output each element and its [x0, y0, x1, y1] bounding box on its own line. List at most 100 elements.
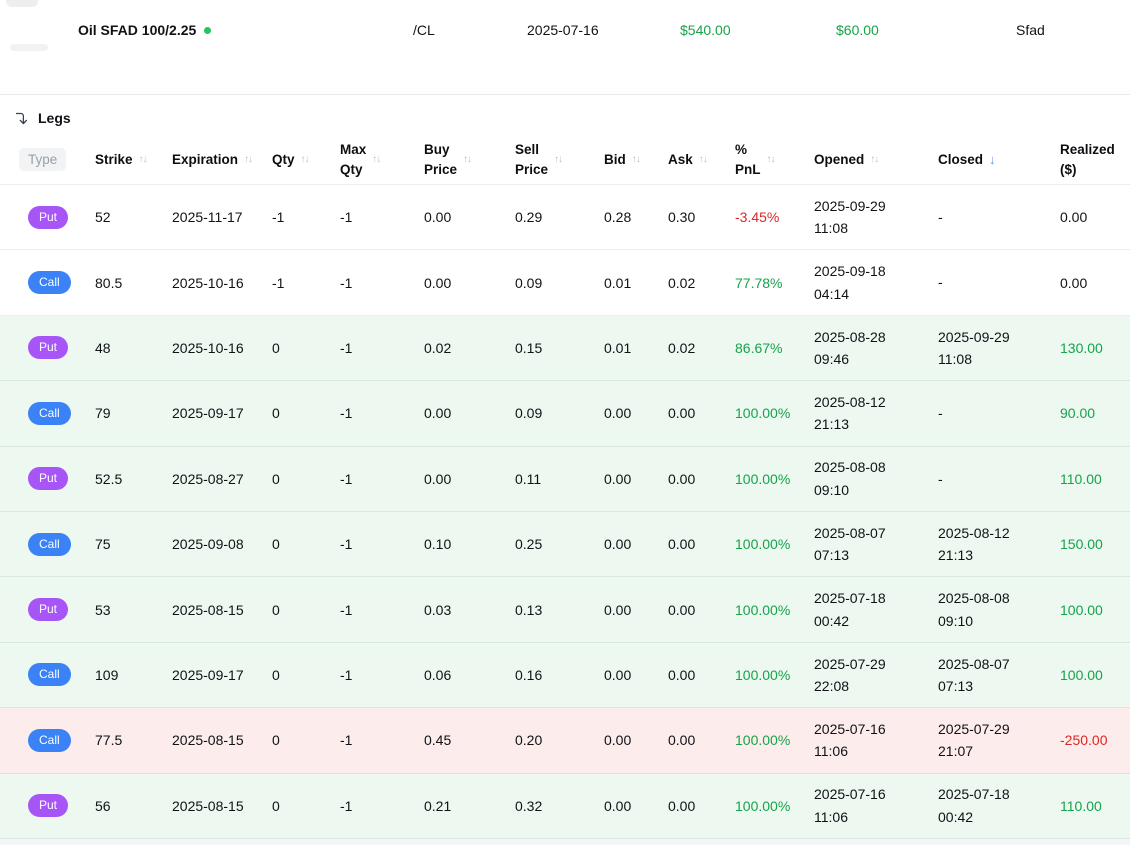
column-header-strike[interactable]: Strike ↑↓ [95, 152, 172, 167]
cell-pnl: 100.00% [735, 732, 814, 748]
table-row[interactable]: Call1092025-09-170-10.060.160.000.00100.… [0, 643, 1130, 708]
cell-realized: 150.00 [1060, 536, 1120, 552]
pnl-value: 77.78% [735, 275, 782, 291]
closed-timestamp: - [938, 206, 1054, 228]
table-row[interactable]: Call77.52025-08-150-10.450.200.000.00100… [0, 708, 1130, 773]
table-row[interactable]: Put52.52025-08-270-10.000.110.000.00100.… [0, 447, 1130, 512]
cell-strike: 80.5 [95, 275, 172, 291]
table-row[interactable]: Put562025-08-150-10.210.320.000.00100.00… [0, 774, 1130, 839]
cell-max-qty: -1 [340, 798, 424, 814]
cell-expiration: 2025-09-08 [172, 536, 272, 552]
closed-timestamp: 2025-07-1800:42 [938, 783, 1054, 828]
column-header-opened[interactable]: Opened ↑↓ [814, 152, 938, 167]
column-header-pnl[interactable]: % PnL↑↓ [735, 140, 814, 179]
pnl-value: 100.00% [735, 405, 790, 421]
table-row[interactable]: Call80.52025-10-16-1-10.000.090.010.0277… [0, 250, 1130, 315]
leg-type-badge: Put [28, 206, 68, 229]
column-header-buy-price[interactable]: Buy Price↑↓ [424, 140, 515, 179]
cell-closed: 2025-07-2921:07 [938, 718, 1060, 763]
amount-primary: $540.00 [680, 22, 731, 38]
column-label-opened: Opened [814, 152, 864, 167]
cell-max-qty: -1 [340, 602, 424, 618]
closed-timestamp: - [938, 468, 1054, 490]
cell-expiration: 2025-10-16 [172, 275, 272, 291]
sort-icon[interactable]: ↑↓ [463, 154, 471, 165]
cell-realized: 0.00 [1060, 275, 1120, 291]
sort-icon[interactable]: ↑↓ [870, 154, 878, 165]
sort-icon[interactable]: ↑↓ [554, 154, 562, 165]
closed-timestamp: - [938, 271, 1054, 293]
column-header-qty[interactable]: Qty↑↓ [272, 152, 340, 167]
realized-value: 110.00 [1060, 798, 1102, 814]
cell-bid: 0.01 [604, 340, 668, 356]
table-row[interactable]: Put522025-11-17-1-10.000.290.280.30-3.45… [0, 185, 1130, 250]
realized-value: 0.00 [1060, 209, 1087, 225]
column-label-closed: Closed [938, 152, 983, 167]
leg-type-badge: Put [28, 794, 68, 817]
column-header-max-qty[interactable]: Max Qty↑↓ [340, 140, 424, 179]
column-header-type: Type [28, 148, 95, 171]
cell-expiration: 2025-08-15 [172, 602, 272, 618]
cell-pnl: 100.00% [735, 798, 814, 814]
sort-icon[interactable]: ↑↓ [372, 154, 380, 165]
cell-buy-price: 0.10 [424, 536, 515, 552]
column-label-strike: Strike [95, 152, 133, 167]
table-row[interactable]: Call792025-09-170-10.000.090.000.00100.0… [0, 381, 1130, 446]
cell-sell-price: 0.25 [515, 536, 604, 552]
cell-ask: 0.00 [668, 471, 735, 487]
cell-max-qty: -1 [340, 536, 424, 552]
cell-bid: 0.00 [604, 667, 668, 683]
cell-buy-price: 0.00 [424, 209, 515, 225]
closed-timestamp: 2025-07-2921:07 [938, 718, 1054, 763]
cell-sell-price: 0.09 [515, 275, 604, 291]
cell-sell-price: 0.13 [515, 602, 604, 618]
cell-strike: 52.5 [95, 471, 172, 487]
cell-realized: -250.00 [1060, 732, 1120, 748]
sort-icon[interactable]: ↑↓ [699, 154, 707, 165]
table-row[interactable]: Call752025-09-080-10.100.250.000.00100.0… [0, 512, 1130, 577]
cell-pnl: 100.00% [735, 471, 814, 487]
sort-desc-icon[interactable]: ↓ [989, 152, 996, 167]
cell-opened: 2025-08-0809:10 [814, 456, 938, 501]
cell-strike: 77.5 [95, 732, 172, 748]
cell-bid: 0.28 [604, 209, 668, 225]
skeleton-pill [6, 0, 38, 7]
table-row[interactable]: Put482025-10-160-10.020.150.010.0286.67%… [0, 316, 1130, 381]
cell-opened: 2025-08-0707:13 [814, 522, 938, 567]
cell-bid: 0.00 [604, 798, 668, 814]
column-label-sell-price: Sell Price [515, 140, 548, 179]
cell-pnl: 100.00% [735, 667, 814, 683]
cell-pnl: -3.45% [735, 209, 814, 225]
sort-icon[interactable]: ↑↓ [301, 154, 309, 165]
cell-ask: 0.00 [668, 602, 735, 618]
cell-closed: 2025-08-0809:10 [938, 587, 1060, 632]
closed-timestamp: 2025-08-0809:10 [938, 587, 1054, 632]
sort-icon[interactable]: ↑↓ [767, 154, 775, 165]
pnl-value: 100.00% [735, 536, 790, 552]
cell-pnl: 100.00% [735, 536, 814, 552]
cell-qty: 0 [272, 405, 340, 421]
cell-realized: 100.00 [1060, 667, 1120, 683]
sort-icon[interactable]: ↑↓ [139, 154, 147, 165]
column-header-sell-price[interactable]: Sell Price ↑↓ [515, 140, 604, 179]
cell-pnl: 77.78% [735, 275, 814, 291]
cell-bid: 0.01 [604, 275, 668, 291]
column-header-bid[interactable]: Bid↑↓ [604, 152, 668, 167]
cell-qty: 0 [272, 667, 340, 683]
column-header-closed[interactable]: Closed ↓ [938, 152, 1060, 167]
column-label-ask: Ask [668, 152, 693, 167]
cell-type: Call [28, 271, 95, 294]
status-dot-icon [204, 27, 211, 34]
column-header-expiration[interactable]: Expiration↑↓ [172, 152, 272, 167]
cell-opened: 2025-08-1221:13 [814, 391, 938, 436]
column-label-realized: Realized ($) [1060, 140, 1115, 179]
cell-buy-price: 0.06 [424, 667, 515, 683]
opened-timestamp: 2025-08-0707:13 [814, 522, 932, 567]
sort-icon[interactable]: ↑↓ [244, 154, 252, 165]
cell-type: Put [28, 336, 95, 359]
cell-sell-price: 0.15 [515, 340, 604, 356]
closed-timestamp: 2025-08-1221:13 [938, 522, 1054, 567]
column-header-ask[interactable]: Ask ↑↓ [668, 152, 735, 167]
table-row[interactable]: Put532025-08-150-10.030.130.000.00100.00… [0, 577, 1130, 642]
sort-icon[interactable]: ↑↓ [632, 154, 640, 165]
